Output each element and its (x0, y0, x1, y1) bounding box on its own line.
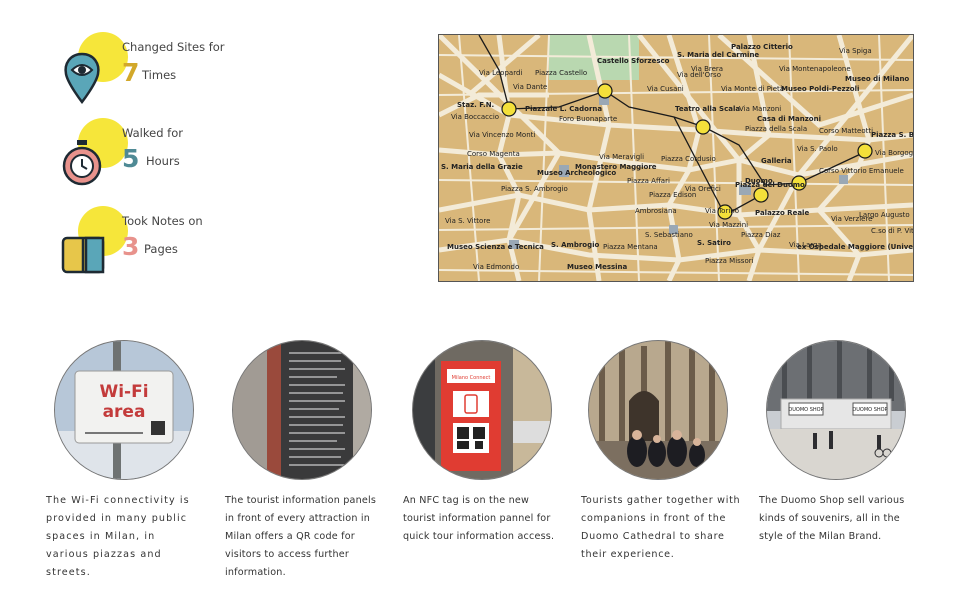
map-label: Piazza Affari (627, 177, 670, 185)
shop-sign-left: DUOMO SHOP (788, 407, 823, 413)
map-label: Museo Poldi-Pezzoli (781, 85, 860, 93)
map-label: Via Borgogna (875, 149, 914, 157)
map-label: Via Edmondo (473, 263, 520, 271)
shop-sign-right: DUOMO SHOP (852, 407, 887, 413)
map-label: Piazza S. Ambrogio (501, 185, 568, 193)
map-label: Museo Messina (567, 263, 628, 271)
photo-wifi-sign: Wi-Fi area (54, 340, 194, 480)
map-label: Museo Scienza e Tecnica (447, 243, 544, 251)
map-label: Palazzo Citterio (731, 43, 793, 51)
stat-label: Walked for (122, 126, 183, 140)
photo-duomo-shop: DUOMO SHOP DUOMO SHOP (766, 340, 906, 480)
map-label: Piazza Missori (705, 257, 754, 265)
map-label: Corso Vittorio Emanuele (819, 167, 904, 175)
map-label: Via S. Vittore (445, 217, 491, 225)
stat-label: Changed Sites for (122, 40, 225, 54)
map-label: S. Maria del Carmine (677, 51, 760, 59)
stat-value: 7 (122, 58, 140, 87)
map-label: Piazza Cordusio (661, 155, 716, 163)
stat-label: Took Notes on (122, 214, 203, 228)
map-label: Via Monte di Pietà (721, 85, 785, 93)
map-label: C.so di P. Vittoria (871, 227, 914, 235)
caption-nfc: An NFC tag is on the new tourist informa… (403, 495, 555, 542)
map-label: Via Orefici (685, 185, 721, 193)
wifi-sign-line1: Wi-Fi (99, 382, 148, 402)
map-label: S. Satiro (697, 239, 731, 247)
map-label: Corso Magenta (467, 150, 520, 158)
map-label: Via Mazzini (709, 221, 749, 229)
map-label: Corso Matteotti (819, 127, 874, 135)
stat-walked: Walked for 5 Hours (60, 118, 260, 206)
duomo-tourists-image (589, 341, 727, 479)
stat-value: 5 (122, 144, 140, 173)
map-label: Via Torino (705, 207, 740, 215)
map-label: S. Sebastiano (645, 231, 693, 239)
stopwatch-icon (62, 140, 102, 186)
map-label: Via S. Paolo (797, 145, 838, 153)
stat-unit: Times (142, 68, 177, 82)
map-label: Piazzale L. Cadorna (525, 105, 603, 113)
stat-sites: Changed Sites for 7 Times (60, 32, 260, 120)
map-label: Via Boccaccio (451, 113, 500, 121)
map-label: Via Vincenzo Monti (469, 131, 536, 139)
wifi-sign-line2: area (103, 402, 146, 422)
map-label: S. Maria della Grazie (441, 163, 523, 171)
map-label: Piazza della Scala (745, 125, 808, 133)
map-label: Via Cusani (647, 85, 684, 93)
duomo-shop-image: DUOMO SHOP DUOMO SHOP (767, 341, 905, 479)
map-label: Via Verziere (831, 215, 873, 223)
caption-duomo-tourists: Tourists gather together with companions… (581, 495, 741, 560)
map-label: Via Meravigli (599, 153, 645, 161)
nfc-panel-title: Milano Connect (452, 375, 491, 381)
map-label: Via Montenapoleone (779, 65, 851, 73)
map-label: S. Ambrogio (551, 241, 600, 249)
notebook-icon (61, 236, 105, 274)
map-label: Via Leopardi (479, 69, 523, 77)
map-label: Via Dante (513, 83, 548, 91)
map-label: Via Spiga (839, 47, 872, 55)
info-panel-image (233, 341, 371, 479)
milan-route-map[interactable]: Via Leopardi Staz. F.N. Piazzale L. Cadorn… (438, 34, 914, 282)
map-label: Staz. F.N. (457, 101, 495, 109)
photo-info-panel (232, 340, 372, 480)
map-label: Duomo (745, 177, 773, 185)
photo-nfc-panel: Milano Connect (412, 340, 552, 480)
caption-duomo-shop: The Duomo Shop sell various kinds of sou… (759, 495, 905, 542)
stat-unit: Pages (144, 242, 178, 256)
wifi-sign-image: Wi-Fi area (55, 341, 193, 479)
stat-unit: Hours (146, 154, 180, 168)
map-label: Via Brera (691, 65, 724, 73)
map-label: Museo di Milano (845, 75, 910, 83)
map-label: Casa di Manzoni (757, 115, 821, 123)
stat-notes: Took Notes on 3 Pages (60, 206, 260, 294)
photo-duomo-tourists (588, 340, 728, 480)
stat-value: 3 (122, 232, 140, 261)
nfc-panel-image: Milano Connect (413, 341, 551, 479)
map-label: Monastero Maggiore (575, 163, 657, 171)
map-label: Galleria (761, 157, 792, 165)
map-label: Piazza S. Babila (871, 131, 914, 139)
map-label: Via Manzoni (739, 105, 782, 113)
map-label: Foro Buonaparte (559, 115, 618, 123)
map-label: Castello Sforzesco (597, 57, 670, 65)
caption-info-panel: The tourist information panels in front … (225, 495, 377, 578)
map-label: ex Ospedale Maggiore (University) (797, 243, 914, 251)
map-label: Piazza Diaz (741, 231, 781, 239)
caption-wifi: The Wi-Fi connectivity is provided in ma… (46, 495, 190, 578)
map-label: Piazza Castello (535, 69, 588, 77)
map-label: Teatro alla Scala (675, 105, 741, 113)
map-label: Ambrosiana (635, 207, 677, 215)
location-pin-eye-icon (64, 52, 100, 105)
map-label: Piazza Mentana (603, 243, 658, 251)
map-label: Palazzo Reale (755, 209, 810, 217)
